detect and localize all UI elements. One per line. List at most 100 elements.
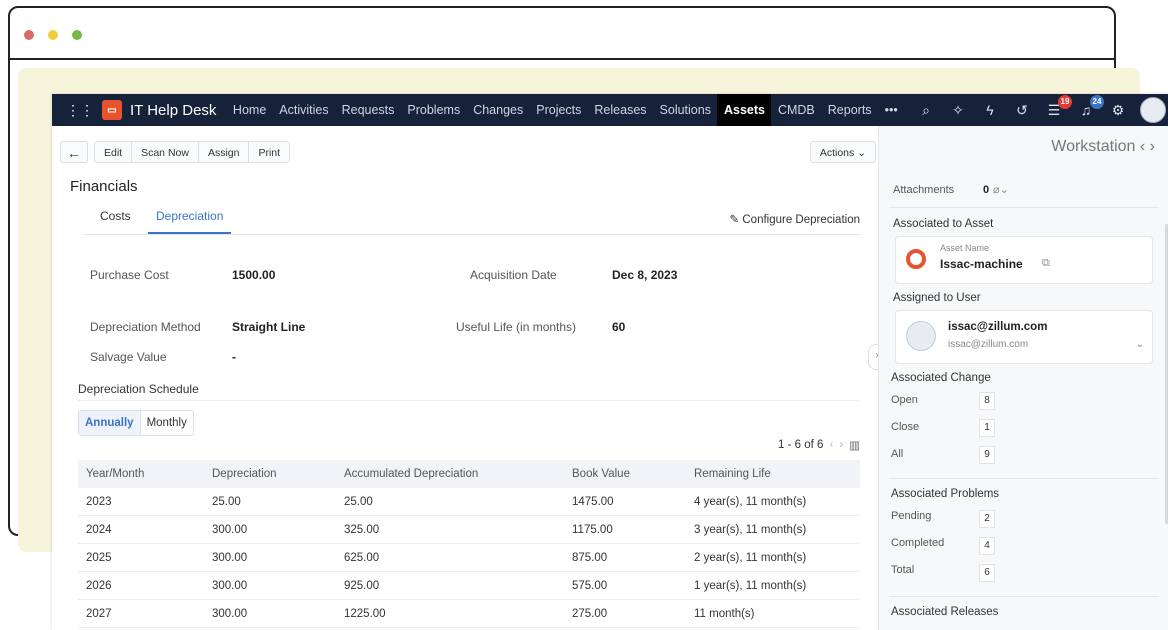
- cell-year: 2024: [78, 515, 204, 544]
- change-all-count[interactable]: 9: [979, 446, 995, 464]
- change-close-count[interactable]: 1: [979, 419, 995, 437]
- financials-tabs: Costs Depreciation ✎ Configure Depreciat…: [84, 208, 860, 235]
- pagination-text: 1 - 6 of 6: [778, 439, 824, 451]
- scan-now-button[interactable]: Scan Now: [131, 141, 198, 163]
- col-depreciation[interactable]: Depreciation: [204, 460, 336, 488]
- paperclip-icon[interactable]: ⌀⌄: [993, 183, 1009, 196]
- cell-depreciation: 300.00: [204, 571, 336, 600]
- assoc-problems-heading: Associated Problems: [891, 488, 1000, 500]
- cell-year: 2026: [78, 571, 204, 600]
- tab-costs[interactable]: Costs: [92, 208, 139, 232]
- change-all-label: All: [891, 448, 904, 460]
- problem-total-count[interactable]: 6: [979, 564, 995, 582]
- tasks-icon[interactable]: ☰ 19: [1042, 94, 1072, 119]
- change-close-label: Close: [891, 421, 920, 433]
- problem-completed-count[interactable]: 4: [979, 537, 995, 555]
- table-row: 2026 300.00 925.00 575.00 1 year(s), 11 …: [78, 571, 860, 600]
- cell-remaining-life: 3 year(s), 11 month(s): [686, 515, 860, 544]
- user-sub-email: issac@zillum.com: [948, 339, 1029, 350]
- change-open-label: Open: [891, 394, 918, 406]
- user-card[interactable]: issac@zillum.com issac@zillum.com ⌄: [895, 310, 1153, 364]
- section-title: Financials: [70, 178, 138, 195]
- useful-life-label: Useful Life (in months): [456, 320, 577, 334]
- problem-pending-label: Pending: [891, 510, 932, 522]
- nav-cmdb[interactable]: CMDB: [771, 94, 821, 126]
- table-row: 2027 300.00 1225.00 275.00 11 month(s): [78, 599, 860, 628]
- user-avatar[interactable]: [1140, 97, 1166, 123]
- nav-problems[interactable]: Problems: [401, 94, 467, 126]
- user-avatar-icon: [906, 321, 936, 351]
- apps-grid-icon[interactable]: ⋮⋮: [66, 102, 94, 119]
- change-open-count[interactable]: 8: [979, 392, 995, 410]
- pencil-icon: ✎: [729, 214, 743, 226]
- assoc-releases-heading: Associated Releases: [891, 606, 999, 618]
- col-year-month[interactable]: Year/Month: [78, 460, 204, 488]
- next-page-icon[interactable]: ›: [839, 439, 843, 451]
- cell-year: 2027: [78, 599, 204, 628]
- nav-reports[interactable]: Reports: [821, 94, 878, 126]
- problem-total-label: Total: [891, 564, 915, 576]
- nav-assets[interactable]: Assets: [717, 94, 772, 126]
- print-button[interactable]: Print: [248, 141, 291, 163]
- external-link-icon[interactable]: ⧉: [1042, 257, 1050, 270]
- nav-home[interactable]: Home: [226, 94, 272, 126]
- cell-depreciation: 300.00: [204, 515, 336, 544]
- chevron-down-icon[interactable]: ⌄: [1136, 339, 1144, 350]
- lightning-icon[interactable]: ϟ: [978, 102, 1002, 118]
- asset-name[interactable]: Issac-machine: [940, 257, 1023, 271]
- assoc-asset-heading: Associated to Asset: [893, 218, 994, 230]
- nav-projects[interactable]: Projects: [530, 94, 588, 126]
- helpdesk-logo-icon: ▭: [102, 100, 122, 120]
- depreciation-method-label: Depreciation Method: [90, 320, 201, 334]
- asset-card[interactable]: Asset Name Issac-machine ⧉: [895, 236, 1153, 284]
- table-row: 2025 300.00 625.00 875.00 2 year(s), 11 …: [78, 543, 860, 572]
- bell-icon[interactable]: ♫ 24: [1074, 95, 1104, 118]
- cell-year: 2023: [78, 488, 204, 516]
- problem-completed-label: Completed: [891, 537, 945, 549]
- history-icon[interactable]: ↺: [1010, 102, 1034, 119]
- acquisition-date-label: Acquisition Date: [470, 268, 557, 282]
- back-arrow-icon[interactable]: ←: [60, 141, 88, 163]
- problem-pending-count[interactable]: 2: [979, 510, 995, 528]
- nav-requests[interactable]: Requests: [335, 94, 401, 126]
- col-remaining-life[interactable]: Remaining Life: [686, 460, 860, 488]
- col-book-value[interactable]: Book Value: [564, 460, 686, 488]
- salvage-value-label: Salvage Value: [90, 350, 167, 364]
- close-dot[interactable]: [24, 30, 34, 40]
- nav-solutions[interactable]: Solutions: [653, 94, 717, 126]
- table-row: 2024 300.00 325.00 1175.00 3 year(s), 11…: [78, 515, 860, 544]
- maximize-dot[interactable]: [72, 30, 82, 40]
- pagination: 1 - 6 of 6 ‹ › ▥: [778, 438, 860, 452]
- toggle-annually[interactable]: Annually: [79, 411, 141, 435]
- quick-create-icon[interactable]: ✧: [946, 102, 970, 119]
- acquisition-date-value: Dec 8, 2023: [612, 268, 678, 282]
- nav-icon-group: ⌕ ✧ ϟ ↺ ☰ 19 ♫ 24 ⚙: [906, 94, 1168, 126]
- prev-record-icon[interactable]: ‹: [1140, 138, 1145, 155]
- panel-header: Workstation ‹ ›: [879, 126, 1168, 172]
- minimize-dot[interactable]: [48, 30, 58, 40]
- nav-releases[interactable]: Releases: [588, 94, 653, 126]
- prev-page-icon[interactable]: ‹: [829, 439, 833, 451]
- depreciation-table: Year/Month Depreciation Accumulated Depr…: [78, 460, 860, 628]
- edit-button[interactable]: Edit: [94, 141, 132, 163]
- toggle-monthly[interactable]: Monthly: [141, 411, 193, 435]
- nav-activities[interactable]: Activities: [273, 94, 335, 126]
- nav-more[interactable]: •••: [878, 94, 904, 126]
- col-accumulated[interactable]: Accumulated Depreciation: [336, 460, 564, 488]
- next-record-icon[interactable]: ›: [1150, 138, 1155, 155]
- attachments-count[interactable]: 0: [983, 184, 989, 196]
- schedule-title: Depreciation Schedule: [78, 382, 199, 396]
- configure-depreciation-link[interactable]: ✎ Configure Depreciation: [730, 212, 860, 226]
- gear-icon[interactable]: ⚙: [1106, 102, 1130, 119]
- actions-dropdown[interactable]: Actions ⌄: [809, 141, 876, 163]
- period-toggle: Annually Monthly: [78, 410, 194, 436]
- nav-changes[interactable]: Changes: [467, 94, 530, 126]
- right-panel: Workstation ‹ › Attachments 0 ⌀⌄ Associa…: [878, 126, 1168, 630]
- column-chooser-icon[interactable]: ▥: [849, 438, 860, 452]
- assign-button[interactable]: Assign: [197, 141, 249, 163]
- user-email[interactable]: issac@zillum.com: [948, 321, 1047, 333]
- cell-accumulated: 1225.00: [336, 599, 564, 628]
- tab-depreciation[interactable]: Depreciation: [148, 208, 232, 234]
- search-icon[interactable]: ⌕: [914, 102, 938, 119]
- cell-remaining-life: 4 year(s), 11 month(s): [686, 488, 860, 516]
